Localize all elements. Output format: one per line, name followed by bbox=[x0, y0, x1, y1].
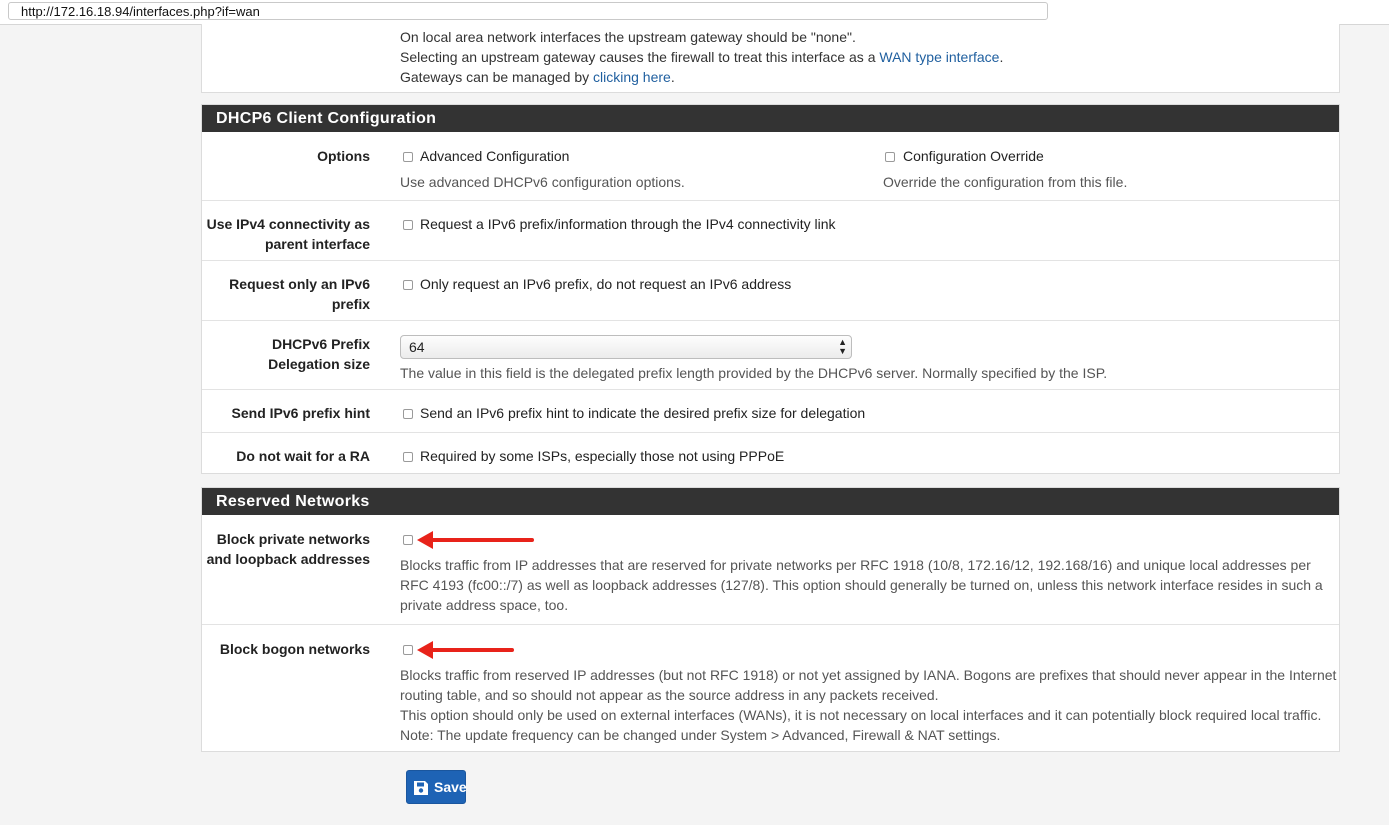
advanced-config-help: Use advanced DHCPv6 configuration option… bbox=[400, 174, 685, 190]
request-prefix-checkbox-label[interactable]: Only request an IPv6 prefix, do not requ… bbox=[420, 274, 791, 294]
ipv4-parent-label: Use IPv4 connectivity as parent interfac… bbox=[202, 214, 370, 254]
request-prefix-label: Request only an IPv6 prefix bbox=[202, 274, 370, 314]
advanced-config-checkbox[interactable] bbox=[403, 152, 413, 162]
block-bogon-checkbox[interactable] bbox=[403, 645, 413, 655]
ipv4-parent-checkbox-label[interactable]: Request a IPv6 prefix/information throug… bbox=[420, 214, 836, 234]
block-bogon-help-line1: Blocks traffic from reserved IP addresse… bbox=[400, 667, 1337, 683]
gateway-help-line3-prefix: Gateways can be managed by bbox=[400, 69, 594, 85]
ipv4-parent-label-line2: parent interface bbox=[264, 236, 370, 252]
block-private-label-line2: and loopback addresses bbox=[206, 551, 370, 567]
dhcp6-config-panel: DHCP6 Client Configuration Options Advan… bbox=[201, 104, 1340, 474]
request-prefix-label-line2: prefix bbox=[331, 296, 370, 312]
manage-gateways-link[interactable]: clicking here bbox=[593, 69, 671, 85]
block-bogon-label: Block bogon networks bbox=[219, 641, 370, 657]
delegation-size-label-line2: Delegation size bbox=[268, 356, 370, 372]
block-private-row: Block private networks and loopback addr… bbox=[202, 515, 1339, 624]
delegation-size-value: 64 bbox=[409, 339, 425, 355]
prefix-hint-checkbox-label[interactable]: Send an IPv6 prefix hint to indicate the… bbox=[420, 403, 865, 423]
reserved-panel-title: Reserved Networks bbox=[202, 488, 1339, 515]
block-private-help-line1: Blocks traffic from IP addresses that ar… bbox=[400, 557, 1311, 573]
block-bogon-help-line3: This option should only be used on exter… bbox=[400, 707, 1322, 723]
block-private-label-line1: Block private networks bbox=[216, 531, 370, 547]
gateway-help-line2: Selecting an upstream gateway causes the… bbox=[400, 47, 1003, 67]
block-private-checkbox[interactable] bbox=[403, 535, 413, 545]
ipv4-parent-label-line1: Use IPv4 connectivity as bbox=[206, 216, 370, 232]
gateway-help-panel: On local area network interfaces the ups… bbox=[201, 24, 1340, 93]
delegation-size-help: The value in this field is the delegated… bbox=[400, 365, 1108, 381]
ipv4-parent-checkbox[interactable] bbox=[403, 220, 413, 230]
floppy-disk-icon bbox=[414, 781, 428, 795]
advanced-config-label[interactable]: Advanced Configuration bbox=[420, 146, 569, 166]
gateway-help-line3: Gateways can be managed by clicking here… bbox=[400, 67, 675, 87]
url-field[interactable]: http://172.16.18.94/interfaces.php?if=wa… bbox=[8, 2, 1048, 20]
delegation-size-label-line1: DHCPv6 Prefix bbox=[271, 336, 370, 352]
request-prefix-row: Request only an IPv6 prefix Only request… bbox=[202, 260, 1339, 320]
delegation-size-row: DHCPv6 Prefix Delegation size 64 ▲ ▼ The … bbox=[202, 320, 1339, 389]
no-wait-ra-checkbox[interactable] bbox=[403, 452, 413, 462]
options-row: Options Advanced Configuration Use advan… bbox=[202, 132, 1339, 200]
gateway-help-line3-suffix: . bbox=[670, 69, 675, 85]
save-button[interactable]: Save bbox=[406, 770, 467, 804]
delegation-size-select[interactable]: 64 ▲ ▼ bbox=[400, 335, 852, 359]
prefix-hint-row: Send IPv6 prefix hint Send an IPv6 prefi… bbox=[202, 389, 1339, 432]
block-private-help-line2: RFC 4193 (fc00::/7) as well as loopback … bbox=[400, 577, 1323, 593]
request-prefix-label-line1: Request only an IPv6 bbox=[229, 276, 370, 292]
wan-type-interface-link[interactable]: WAN type interface bbox=[879, 49, 999, 65]
block-bogon-help-line4: Note: The update frequency can be change… bbox=[400, 727, 1001, 743]
dhcp6-panel-title: DHCP6 Client Configuration bbox=[202, 105, 1339, 132]
annotation-arrow-shaft-1 bbox=[430, 538, 534, 542]
select-updown-icon: ▲ ▼ bbox=[838, 337, 847, 356]
browser-address-bar: http://172.16.18.94/interfaces.php?if=wa… bbox=[0, 0, 1389, 25]
config-override-help: Override the configuration from this fil… bbox=[883, 174, 1128, 190]
config-override-checkbox[interactable] bbox=[885, 152, 895, 162]
prefix-hint-label: Send IPv6 prefix hint bbox=[231, 405, 370, 421]
no-wait-ra-row: Do not wait for a RA Required by some IS… bbox=[202, 432, 1339, 474]
no-wait-ra-label: Do not wait for a RA bbox=[236, 448, 370, 464]
gateway-help-line2-suffix: . bbox=[999, 49, 1004, 65]
block-bogon-help: Blocks traffic from reserved IP addresse… bbox=[400, 665, 1336, 745]
ipv4-parent-row: Use IPv4 connectivity as parent interfac… bbox=[202, 200, 1339, 260]
gateway-help-line1: On local area network interfaces the ups… bbox=[400, 29, 856, 45]
save-button-label: Save bbox=[434, 779, 467, 795]
options-label: Options bbox=[317, 148, 370, 164]
block-bogon-help-line2: routing table, and so should not appear … bbox=[400, 687, 939, 703]
no-wait-ra-checkbox-label[interactable]: Required by some ISPs, especially those … bbox=[420, 446, 784, 466]
reserved-networks-panel: Reserved Networks Block private networks… bbox=[201, 487, 1340, 752]
prefix-hint-checkbox[interactable] bbox=[403, 409, 413, 419]
block-private-help: Blocks traffic from IP addresses that ar… bbox=[400, 555, 1323, 615]
gateway-help-line2-prefix: Selecting an upstream gateway causes the… bbox=[400, 49, 880, 65]
block-bogon-row: Block bogon networks Blocks traffic from… bbox=[202, 624, 1339, 752]
block-private-label: Block private networks and loopback addr… bbox=[202, 529, 370, 569]
annotation-arrow-shaft-2 bbox=[430, 648, 514, 652]
config-override-label[interactable]: Configuration Override bbox=[903, 146, 1044, 166]
delegation-size-label: DHCPv6 Prefix Delegation size bbox=[202, 334, 370, 374]
block-private-help-line3: private address space, too. bbox=[400, 597, 569, 613]
request-prefix-checkbox[interactable] bbox=[403, 280, 413, 290]
